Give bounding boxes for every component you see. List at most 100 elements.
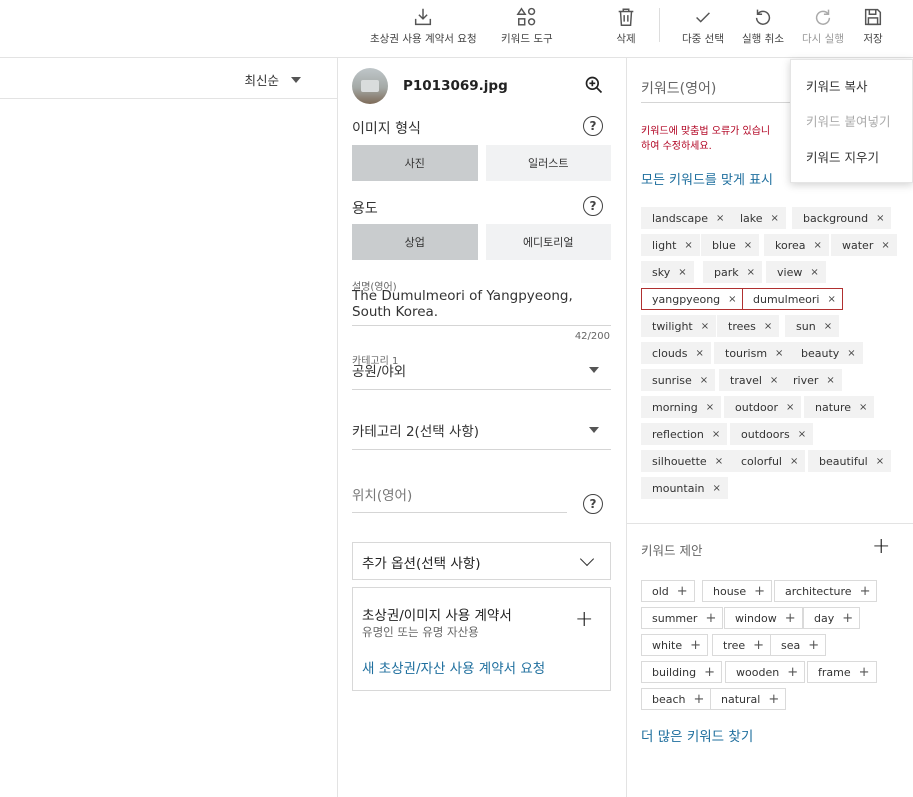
suggested-keyword-chip[interactable]: summer + <box>641 607 724 629</box>
keyword-chip[interactable]: twilight × <box>641 315 717 337</box>
add-keyword-icon[interactable]: + <box>690 638 701 653</box>
remove-keyword-icon[interactable]: × <box>786 402 794 413</box>
remove-keyword-icon[interactable]: × <box>771 213 779 224</box>
keyword-chip[interactable]: travel × <box>719 369 786 391</box>
add-keyword-icon[interactable]: + <box>859 665 870 680</box>
remove-keyword-icon[interactable]: × <box>790 456 798 467</box>
keyword-chip[interactable]: sunrise × <box>641 369 716 391</box>
request-release-button[interactable]: 초상권 사용 계약서 요청 <box>370 6 477 46</box>
extra-options-accordion[interactable]: 추가 옵션(선택 사항) <box>352 542 611 580</box>
keyword-chip[interactable]: lake × <box>729 207 786 229</box>
suggested-keyword-chip[interactable]: beach + <box>641 688 712 710</box>
category1-dropdown[interactable]: 공원/야외 <box>352 364 406 380</box>
remove-keyword-icon[interactable]: × <box>684 240 692 251</box>
remove-keyword-icon[interactable]: × <box>712 429 720 440</box>
keyword-chip[interactable]: beautiful × <box>808 450 892 472</box>
keyword-chip[interactable]: colorful × <box>730 450 806 472</box>
suggested-keyword-chip[interactable]: building + <box>641 661 722 683</box>
remove-keyword-icon[interactable]: × <box>814 240 822 251</box>
keyword-chip[interactable]: water × <box>831 234 897 256</box>
suggested-keyword-chip[interactable]: natural + <box>710 688 787 710</box>
add-keyword-icon[interactable]: + <box>754 584 765 599</box>
add-keyword-icon[interactable]: + <box>705 611 716 626</box>
menu-item-copy-keywords[interactable]: 키워드 복사 <box>806 76 867 95</box>
suggested-keyword-chip[interactable]: wooden + <box>725 661 806 683</box>
image-type-photo-option[interactable]: 사진 <box>352 145 478 181</box>
remove-keyword-icon[interactable]: × <box>847 348 855 359</box>
keyword-chip[interactable]: park × <box>703 261 763 283</box>
find-more-keywords-link[interactable]: 더 많은 키워드 찾기 <box>641 725 753 745</box>
remove-keyword-icon[interactable]: × <box>859 402 867 413</box>
category2-dropdown[interactable]: 카테고리 2(선택 사항) <box>352 424 479 440</box>
keyword-chip[interactable]: outdoor × <box>724 396 802 418</box>
suggested-keyword-chip[interactable]: house + <box>702 580 773 602</box>
suggested-keyword-chip[interactable]: frame + <box>807 661 877 683</box>
help-icon[interactable]: ? <box>583 196 603 216</box>
add-keyword-icon[interactable]: + <box>785 611 796 626</box>
help-icon[interactable]: ? <box>583 116 603 136</box>
suggested-keyword-chip[interactable]: old + <box>641 580 695 602</box>
remove-keyword-icon[interactable]: × <box>747 267 755 278</box>
add-release-icon[interactable]: + <box>575 609 593 631</box>
keyword-chip[interactable]: morning × <box>641 396 722 418</box>
remove-keyword-icon[interactable]: × <box>696 348 704 359</box>
add-keyword-icon[interactable]: + <box>787 665 798 680</box>
menu-item-clear-keywords[interactable]: 키워드 지우기 <box>806 147 879 166</box>
save-button[interactable]: 저장 <box>862 6 884 46</box>
description-field[interactable]: The Dumulmeori of Yangpyeong, South Kore… <box>352 288 573 320</box>
suggested-keyword-chip[interactable]: sea + <box>770 634 827 656</box>
remove-keyword-icon[interactable]: × <box>678 267 686 278</box>
usage-editorial-option[interactable]: 에디토리얼 <box>485 224 611 260</box>
image-type-illustration-option[interactable]: 일러스트 <box>485 145 611 181</box>
location-input[interactable]: 위치(영어) <box>352 488 412 504</box>
keyword-chip[interactable]: reflection × <box>641 423 728 445</box>
show-all-keywords-link[interactable]: 모든 키워드를 맞게 표시 <box>641 169 773 188</box>
remove-keyword-icon[interactable]: × <box>701 321 709 332</box>
keyword-chip[interactable]: tourism × <box>714 342 791 364</box>
sort-dropdown[interactable]: 최신순 <box>244 70 301 89</box>
keyword-chip[interactable]: river × <box>782 369 842 391</box>
keyword-chip[interactable]: mountain × <box>641 477 728 499</box>
remove-keyword-icon[interactable]: × <box>712 483 720 494</box>
new-release-link[interactable]: 새 초상권/자산 사용 계약서 요청 <box>362 657 545 677</box>
keyword-chip[interactable]: outdoors × <box>730 423 814 445</box>
keyword-chip-misspelled[interactable]: yangpyeong × <box>641 288 744 310</box>
remove-keyword-icon[interactable]: × <box>828 294 836 305</box>
add-keyword-icon[interactable]: + <box>677 584 688 599</box>
keyword-chip[interactable]: view × <box>766 261 826 283</box>
remove-keyword-icon[interactable]: × <box>716 213 724 224</box>
keyword-chip[interactable]: korea × <box>764 234 829 256</box>
remove-keyword-icon[interactable]: × <box>700 375 708 386</box>
add-keyword-icon[interactable]: + <box>842 611 853 626</box>
keyword-chip[interactable]: background × <box>792 207 892 229</box>
zoom-in-icon[interactable] <box>584 75 604 95</box>
add-keyword-icon[interactable]: + <box>860 584 871 599</box>
add-suggestions-icon[interactable]: + <box>872 536 890 558</box>
remove-keyword-icon[interactable]: × <box>728 294 736 305</box>
keyword-chip[interactable]: beauty × <box>790 342 863 364</box>
remove-keyword-icon[interactable]: × <box>881 240 889 251</box>
remove-keyword-icon[interactable]: × <box>764 321 772 332</box>
remove-keyword-icon[interactable]: × <box>775 348 783 359</box>
remove-keyword-icon[interactable]: × <box>706 402 714 413</box>
delete-button[interactable]: 삭제 <box>615 6 637 46</box>
redo-button[interactable]: 다시 실행 <box>802 6 844 46</box>
suggested-keyword-chip[interactable]: day + <box>803 607 861 629</box>
keyword-chip[interactable]: light × <box>641 234 700 256</box>
remove-keyword-icon[interactable]: × <box>876 213 884 224</box>
help-icon[interactable]: ? <box>583 494 603 514</box>
multi-select-button[interactable]: 다중 선택 <box>682 6 724 46</box>
remove-keyword-icon[interactable]: × <box>798 429 806 440</box>
add-keyword-icon[interactable]: + <box>694 692 705 707</box>
remove-keyword-icon[interactable]: × <box>715 456 723 467</box>
remove-keyword-icon[interactable]: × <box>744 240 752 251</box>
keyword-chip[interactable]: blue × <box>701 234 760 256</box>
add-keyword-icon[interactable]: + <box>768 692 779 707</box>
keyword-chip-misspelled[interactable]: dumulmeori × <box>742 288 843 310</box>
add-keyword-icon[interactable]: + <box>704 665 715 680</box>
remove-keyword-icon[interactable]: × <box>810 267 818 278</box>
keyword-chip[interactable]: landscape × <box>641 207 732 229</box>
suggested-keyword-chip[interactable]: architecture + <box>774 580 878 602</box>
suggested-keyword-chip[interactable]: window + <box>724 607 803 629</box>
suggested-keyword-chip[interactable]: white + <box>641 634 709 656</box>
